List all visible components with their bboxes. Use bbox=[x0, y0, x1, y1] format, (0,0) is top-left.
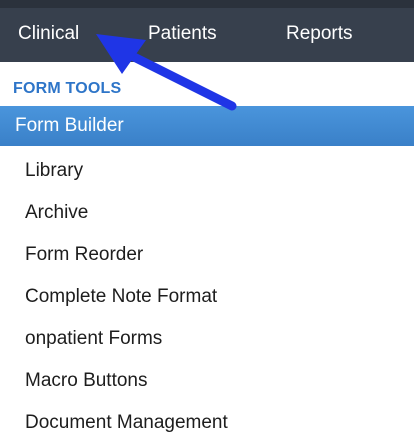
menu-item-document-management[interactable]: Document Management bbox=[0, 402, 414, 437]
menu-item-complete-note-format[interactable]: Complete Note Format bbox=[0, 276, 414, 318]
top-strip bbox=[0, 0, 414, 8]
menu-item-archive[interactable]: Archive bbox=[0, 192, 414, 234]
page: Clinical Patients Reports FORM TOOLS For… bbox=[0, 0, 414, 437]
top-navigation-bar: Clinical Patients Reports bbox=[0, 0, 414, 62]
menu-item-library[interactable]: Library bbox=[0, 150, 414, 192]
nav-tab-reports[interactable]: Reports bbox=[286, 22, 353, 46]
menu-item-onpatient-forms[interactable]: onpatient Forms bbox=[0, 318, 414, 360]
menu-item-form-reorder[interactable]: Form Reorder bbox=[0, 234, 414, 276]
menu-item-form-builder[interactable]: Form Builder bbox=[0, 106, 414, 146]
form-tools-menu: Form Builder Library Archive Form Reorde… bbox=[0, 106, 414, 437]
section-title-form-tools: FORM TOOLS bbox=[13, 80, 122, 97]
nav-tab-clinical[interactable]: Clinical bbox=[18, 22, 79, 46]
menu-item-macro-buttons[interactable]: Macro Buttons bbox=[0, 360, 414, 402]
nav-tab-patients[interactable]: Patients bbox=[148, 22, 217, 46]
